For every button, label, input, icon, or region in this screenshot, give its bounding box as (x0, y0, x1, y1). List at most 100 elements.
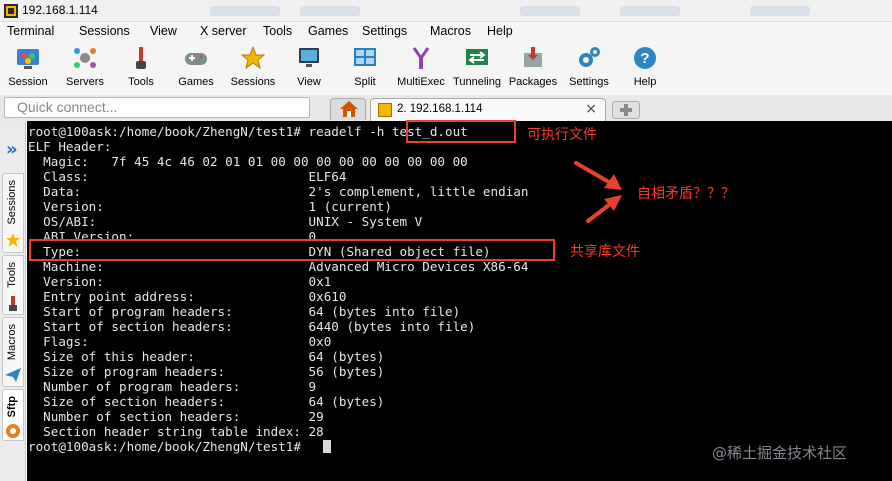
session-tab[interactable]: 2. 192.168.1.114 × (370, 98, 606, 121)
side-tab-sessions[interactable]: Sessions (2, 173, 24, 253)
mobaxterm-app-icon (4, 4, 18, 18)
star-icon (240, 45, 266, 70)
terminal-cursor (323, 440, 331, 453)
menu-macros[interactable]: Macros (430, 24, 471, 38)
tools-icon (9, 296, 17, 311)
gear-icon (579, 47, 600, 67)
tools-icon (136, 47, 146, 69)
multiexec-label: MultiExec (397, 76, 445, 88)
session-button[interactable]: Session (0, 41, 59, 95)
terminal-line: Version: 0x1 (28, 274, 332, 289)
terminal-line: Start of section headers: 6440 (bytes in… (28, 319, 476, 334)
sessions-label: Sessions (230, 76, 276, 88)
split-button[interactable]: Split (334, 41, 396, 95)
settings-button[interactable]: Settings (558, 41, 620, 95)
arrow-icon (574, 161, 622, 190)
title-bar: 192.168.1.114 (0, 0, 892, 22)
annotation-executable: 可执行文件 (527, 127, 597, 143)
terminal-line: Data: 2's complement, little endian (28, 184, 529, 199)
annotation-contradiction: 自相矛盾？？？ (637, 186, 735, 202)
side-panel: » Sessions Tools Macros Sftp (0, 121, 26, 481)
menu-tools[interactable]: Tools (263, 24, 292, 38)
side-tab-sftp-label: Sftp (6, 396, 18, 418)
view-label: View (297, 76, 321, 88)
side-tab-sessions-label: Sessions (6, 180, 18, 225)
watermark: @稀土掘金技术社区 (712, 444, 848, 462)
blurred-tab (210, 6, 280, 16)
menu-help[interactable]: Help (487, 24, 513, 38)
terminal-line: ELF Header: (28, 139, 112, 154)
window-title: 192.168.1.114 (22, 3, 98, 17)
quick-connect-input[interactable]: Quick connect... (4, 97, 310, 118)
svg-text:?: ? (640, 50, 649, 67)
games-icon (185, 53, 207, 65)
games-button[interactable]: Games (165, 41, 227, 95)
packages-icon (524, 47, 542, 67)
home-icon (340, 101, 358, 117)
terminal-line: Start of program headers: 64 (bytes into… (28, 304, 461, 319)
menu-view[interactable]: View (150, 24, 177, 38)
paper-plane-icon (5, 368, 21, 382)
star-icon (6, 233, 20, 247)
side-tab-sftp[interactable]: Sftp (2, 389, 24, 441)
side-tab-macros[interactable]: Macros (2, 317, 24, 387)
menu-bar: Terminal Sessions View X server Tools Ga… (0, 22, 892, 41)
session-icon (17, 49, 39, 69)
highlight-box-type (29, 239, 555, 261)
packages-button[interactable]: Packages (502, 41, 564, 95)
packages-label: Packages (508, 76, 558, 88)
terminal-line: Size of section headers: 64 (bytes) (28, 394, 385, 409)
session-tab-label: 2. 192.168.1.114 (397, 103, 483, 115)
view-button[interactable]: View (278, 41, 340, 95)
arrow-icon (586, 195, 622, 223)
terminal-line: OS/ABI: UNIX - System V (28, 214, 423, 229)
double-chevron-icon[interactable]: » (6, 139, 18, 160)
help-button[interactable]: ? Help (614, 41, 676, 95)
tools-button[interactable]: Tools (110, 41, 172, 95)
tab-row: Quick connect... 2. 192.168.1.114 × (0, 95, 892, 121)
servers-button[interactable]: Servers (54, 41, 116, 95)
menu-games[interactable]: Games (308, 24, 348, 38)
terminal-line: Size of program headers: 56 (bytes) (28, 364, 385, 379)
menu-x-server[interactable]: X server (200, 24, 247, 38)
terminal-line: Number of section headers: 29 (28, 409, 324, 424)
tunneling-label: Tunneling (453, 76, 501, 88)
multiexec-button[interactable]: MultiExec (390, 41, 452, 95)
help-icon: ? (634, 47, 656, 69)
close-icon[interactable]: × (585, 101, 597, 117)
annotation-shared-lib: 共享库文件 (570, 244, 640, 260)
terminal-line: root@100ask:/home/book/ZhengN/test1# rea… (28, 124, 468, 139)
menu-sessions[interactable]: Sessions (79, 24, 130, 38)
terminal-line: Version: 1 (current) (28, 199, 392, 214)
tunneling-icon (466, 49, 488, 65)
multiexec-icon (412, 47, 430, 69)
blurred-tab (300, 6, 360, 16)
home-tab[interactable] (330, 98, 366, 120)
view-icon (299, 48, 319, 67)
settings-label: Settings (569, 76, 609, 88)
menu-terminal[interactable]: Terminal (7, 24, 54, 38)
terminal[interactable]: root@100ask:/home/book/ZhengN/test1# rea… (27, 121, 892, 481)
games-label: Games (178, 76, 214, 88)
terminal-prompt-line: root@100ask:/home/book/ZhengN/test1# (28, 439, 309, 454)
sftp-icon (6, 424, 20, 438)
blurred-tab (620, 6, 680, 16)
side-tab-macros-label: Macros (6, 324, 18, 361)
servers-label: Servers (66, 76, 104, 88)
terminal-line: Magic: 7f 45 4c 46 02 01 01 00 00 00 00 … (28, 154, 468, 169)
new-tab-button[interactable] (612, 101, 640, 119)
menu-settings[interactable]: Settings (362, 24, 407, 38)
help-label: Help (633, 76, 657, 88)
split-label: Split (354, 76, 376, 88)
terminal-line: Class: ELF64 (28, 169, 347, 184)
blurred-tab (520, 6, 580, 16)
session-label: Session (8, 76, 48, 88)
tools-label: Tools (128, 76, 154, 88)
tunneling-button[interactable]: Tunneling (446, 41, 508, 95)
plus-icon (620, 104, 632, 116)
side-tab-tools-label: Tools (6, 262, 18, 288)
terminal-line: Machine: Advanced Micro Devices X86-64 (28, 259, 529, 274)
side-tab-tools[interactable]: Tools (2, 255, 24, 315)
ssh-tab-icon (378, 103, 392, 117)
sessions-button[interactable]: Sessions (222, 41, 284, 95)
